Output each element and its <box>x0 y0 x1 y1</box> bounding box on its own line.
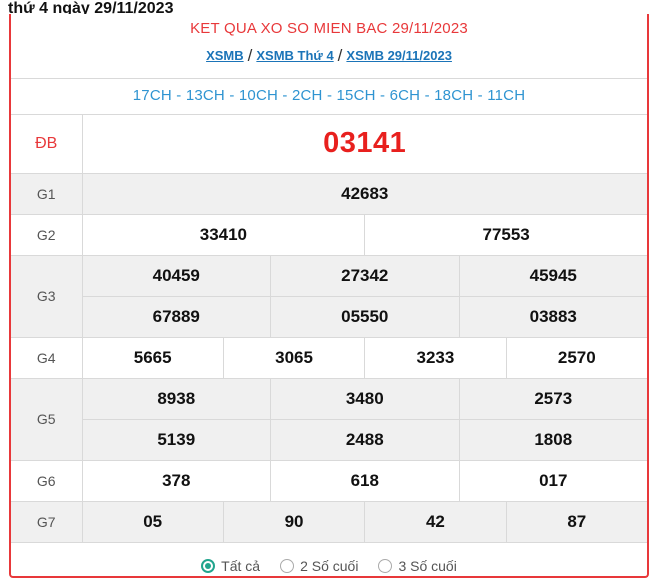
prize-number: 67889 <box>152 306 200 326</box>
breadcrumb-separator: / <box>247 46 253 65</box>
filter-last-3-digits[interactable]: 3 Số cuối <box>378 557 457 574</box>
prize-number: 27342 <box>270 255 459 296</box>
radio-checked-icon[interactable] <box>201 558 216 573</box>
result-title: KET QUA XO SO MIEN BAC 29/11/2023 <box>190 20 468 37</box>
prize-number: 45945 <box>458 255 648 296</box>
prize-number: 618 <box>270 460 459 501</box>
prize-number: 2570 <box>505 337 647 378</box>
breadcrumb-separator: / <box>337 46 343 65</box>
prize-number: 40459 <box>152 265 200 285</box>
filter-label: 3 Số cuối <box>398 557 457 574</box>
prize-number: 05 <box>143 511 163 531</box>
prize-number: 05550 <box>270 296 459 337</box>
radio-unchecked-icon[interactable] <box>280 558 295 573</box>
ticket-codes: 17CH - 13CH - 10CH - 2CH - 15CH - 6CH - … <box>11 79 647 115</box>
digit-filter-group: Tất cả 2 Số cuối 3 Số cuối <box>11 543 647 579</box>
prize-number: 77553 <box>364 214 647 255</box>
prize-row-g6: G6 378 618 017 <box>11 459 648 502</box>
breadcrumb-xsmb-thu4[interactable]: XSMB Thứ 4 <box>256 48 333 63</box>
filter-all[interactable]: Tất cả <box>201 558 260 574</box>
prize-row-g3: G3 40459 27342 45945 67889 05550 03883 <box>11 254 648 338</box>
prize-number: 3233 <box>364 337 505 378</box>
prize-number: 87 <box>505 501 647 542</box>
prize-row-g4: G4 5665 3065 3233 2570 <box>11 336 647 379</box>
prize-number: 03883 <box>458 296 648 337</box>
prize-number: 33410 <box>199 224 248 244</box>
prize-number: 42683 <box>341 183 389 203</box>
result-card: KET QUA XO SO MIEN BAC 29/11/2023 XSMB / X… <box>9 14 649 578</box>
prize-number: 378 <box>162 470 191 490</box>
prize-row-g2: G2 33410 77553 <box>11 213 647 256</box>
prize-row-g1: G1 42683 <box>11 172 647 215</box>
filter-last-2-digits[interactable]: 2 Số cuối <box>280 558 358 574</box>
prize-label: G6 <box>11 459 83 502</box>
radio-unchecked-icon[interactable] <box>378 558 393 573</box>
prize-number: 2573 <box>458 378 648 419</box>
prize-number: 5139 <box>157 429 196 449</box>
prize-label: G1 <box>11 172 83 215</box>
prize-number: 2488 <box>270 419 459 460</box>
prize-row-db: ĐB 03141 <box>11 115 647 174</box>
filter-label: 2 Số cuối <box>300 557 359 574</box>
prize-number: 42 <box>364 501 505 542</box>
prize-number: 3480 <box>270 378 459 419</box>
prize-label: ĐB <box>11 115 83 174</box>
prize-number: 8938 <box>157 388 196 408</box>
prize-number: 5665 <box>133 347 172 367</box>
result-header: KET QUA XO SO MIEN BAC 29/11/2023 XSMB / X… <box>11 14 647 79</box>
filter-label: Tất cả <box>221 557 261 574</box>
breadcrumb-xsmb[interactable]: XSMB <box>206 48 244 63</box>
prize-label: G7 <box>11 500 83 543</box>
prize-number: 90 <box>222 501 364 542</box>
prize-number: 3065 <box>222 337 364 378</box>
prize-row-g7: G7 05 90 42 87 <box>11 500 647 543</box>
prize-row-g5: G5 8938 3480 2573 5139 2488 1808 <box>11 377 648 461</box>
results-table: ĐB 03141 G1 42683 G2 33410 77553 G3 4045… <box>11 115 647 543</box>
prize-number: 1808 <box>458 419 648 460</box>
prize-label: G3 <box>11 254 83 338</box>
prize-label: G2 <box>11 213 83 256</box>
breadcrumb-xsmb-date[interactable]: XSMB 29/11/2023 <box>346 48 452 63</box>
prize-label: G4 <box>11 336 83 379</box>
prize-number: 017 <box>458 460 648 501</box>
prize-label: G5 <box>11 377 83 461</box>
breadcrumb: XSMB / XSMB Thứ 4/XSMB 29/11/2023 <box>11 47 647 65</box>
special-prize-number: 03141 <box>81 115 647 174</box>
